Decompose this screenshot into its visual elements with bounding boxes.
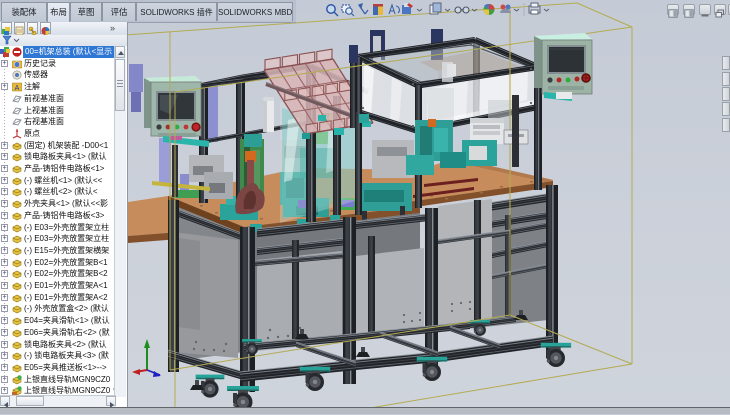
svg-text:A: A [15, 85, 20, 92]
